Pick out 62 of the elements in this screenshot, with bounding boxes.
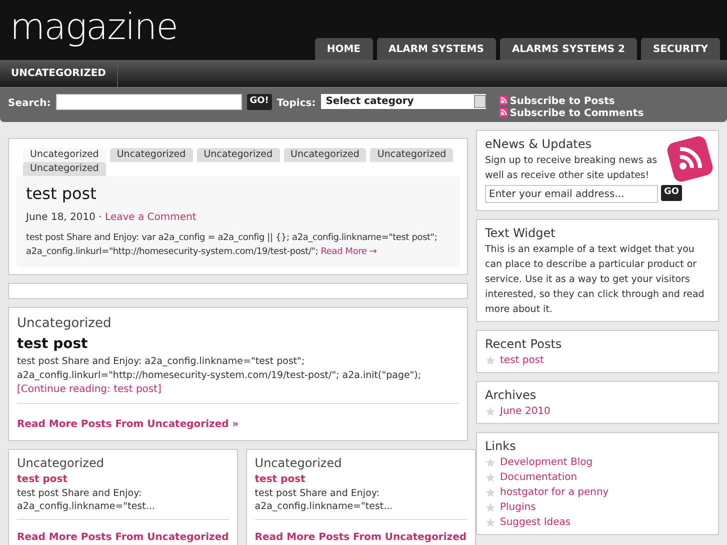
- post-excerpt: test post Share and Enjoy: a2a_config.linkname="test...: [254, 486, 394, 512]
- category-tab[interactable]: Uncategorized: [23, 162, 106, 176]
- widget-text: This is an example of a text widget that you can place to describe a particular product or service. Use it as a way to get your visitors interested, so they can click through and read more about it.: [485, 243, 706, 317]
- nav-tab[interactable]: ALARMS SYSTEMS 2: [500, 38, 638, 60]
- post-title[interactable]: test post: [17, 334, 459, 354]
- category-tab[interactable]: Uncategorized: [370, 148, 454, 162]
- widget-link[interactable]: Development Blog: [500, 455, 593, 470]
- widget-title: Links: [485, 438, 517, 455]
- post-excerpt: test post Share and Enjoy: var a2a_config = a2a_config || {}; a2a_config.linkname="test post"; a2a_config.linkurl="http://homesecurity-system.com/19/test-post/"; Read More →: [26, 232, 438, 259]
- subscribe-posts-link[interactable]: Subscribe to Posts: [498, 96, 615, 107]
- category-tab[interactable]: Uncategorized: [284, 148, 366, 162]
- widget-title: Recent Posts: [485, 336, 563, 353]
- rss-icon: [498, 108, 508, 117]
- rss-icon: [498, 96, 508, 105]
- nav-tab[interactable]: SECURITY: [641, 38, 720, 60]
- read-more-link[interactable]: Read More →: [320, 247, 377, 257]
- post-date: June 18, 2010 ·: [26, 212, 102, 223]
- topics-dropdown[interactable]: Select category: [320, 94, 486, 109]
- star-icon: [485, 487, 496, 498]
- search-label: Search:: [8, 97, 51, 111]
- widget-link[interactable]: hostgator for a penny: [500, 485, 609, 500]
- star-icon: [485, 457, 496, 468]
- category-link[interactable]: UNCATEGORIZED: [0, 60, 118, 87]
- category-tab[interactable]: Uncategorized: [196, 148, 280, 162]
- post-excerpt: test post Share and Enjoy: a2a_config.linkname="test...: [17, 486, 156, 512]
- post-title[interactable]: test post: [26, 182, 450, 206]
- search-field[interactable]: [56, 94, 242, 110]
- star-icon: [485, 355, 496, 366]
- category-heading: Uncategorized: [254, 454, 343, 472]
- post-title[interactable]: test post: [17, 472, 229, 486]
- post-title[interactable]: test post: [254, 472, 467, 486]
- widget-title: Text Widget: [485, 225, 556, 242]
- comment-link[interactable]: Leave a Comment: [105, 212, 196, 223]
- go-button[interactable]: GO: [661, 185, 682, 201]
- category-tab[interactable]: Uncategorized: [110, 148, 193, 162]
- more-posts-link[interactable]: Read More Posts From Uncategorized »: [17, 418, 239, 430]
- nav-tab[interactable]: ALARM SYSTEMS: [376, 38, 496, 60]
- star-icon: [485, 517, 496, 528]
- star-icon: [485, 502, 496, 513]
- widget-link[interactable]: June 2010: [500, 404, 550, 419]
- widget-text: Sign up to receive breaking news as well as receive other site updates!: [485, 154, 658, 183]
- continue-reading-link[interactable]: [Continue reading: test post]: [17, 382, 459, 396]
- email-field[interactable]: Enter your email address...: [485, 185, 658, 203]
- more-posts-link[interactable]: Read More Posts From Uncategorized: [17, 532, 229, 542]
- category-tab[interactable]: Uncategorized: [23, 148, 106, 162]
- subscribe-comments-link[interactable]: Subscribe to Comments: [498, 108, 644, 120]
- widget-link[interactable]: test post: [500, 353, 544, 368]
- site-logo[interactable]: magazine: [10, 10, 178, 46]
- go-button[interactable]: GO!: [246, 94, 272, 110]
- category-heading: Uncategorized: [17, 315, 112, 333]
- widget-link[interactable]: Plugins: [500, 500, 536, 515]
- topics-label: Topics:: [276, 97, 316, 111]
- star-icon: [485, 406, 496, 417]
- nav-tab[interactable]: HOME: [314, 38, 372, 60]
- more-posts-link[interactable]: Read More Posts From Uncategorized: [254, 532, 467, 542]
- post-excerpt: test post Share and Enjoy: a2a_config.linkname="test post"; a2a_config.linkurl="http://homesecurity-system.com/19/test-post/"; a2a.init("page");: [17, 354, 422, 382]
- widget-link[interactable]: Documentation: [500, 470, 578, 485]
- widget-title: eNews & Updates: [485, 136, 593, 153]
- widget-title: Archives: [485, 387, 538, 404]
- category-heading: Uncategorized: [17, 454, 105, 472]
- star-icon: [485, 472, 496, 483]
- widget-link[interactable]: Suggest Ideas: [500, 515, 571, 530]
